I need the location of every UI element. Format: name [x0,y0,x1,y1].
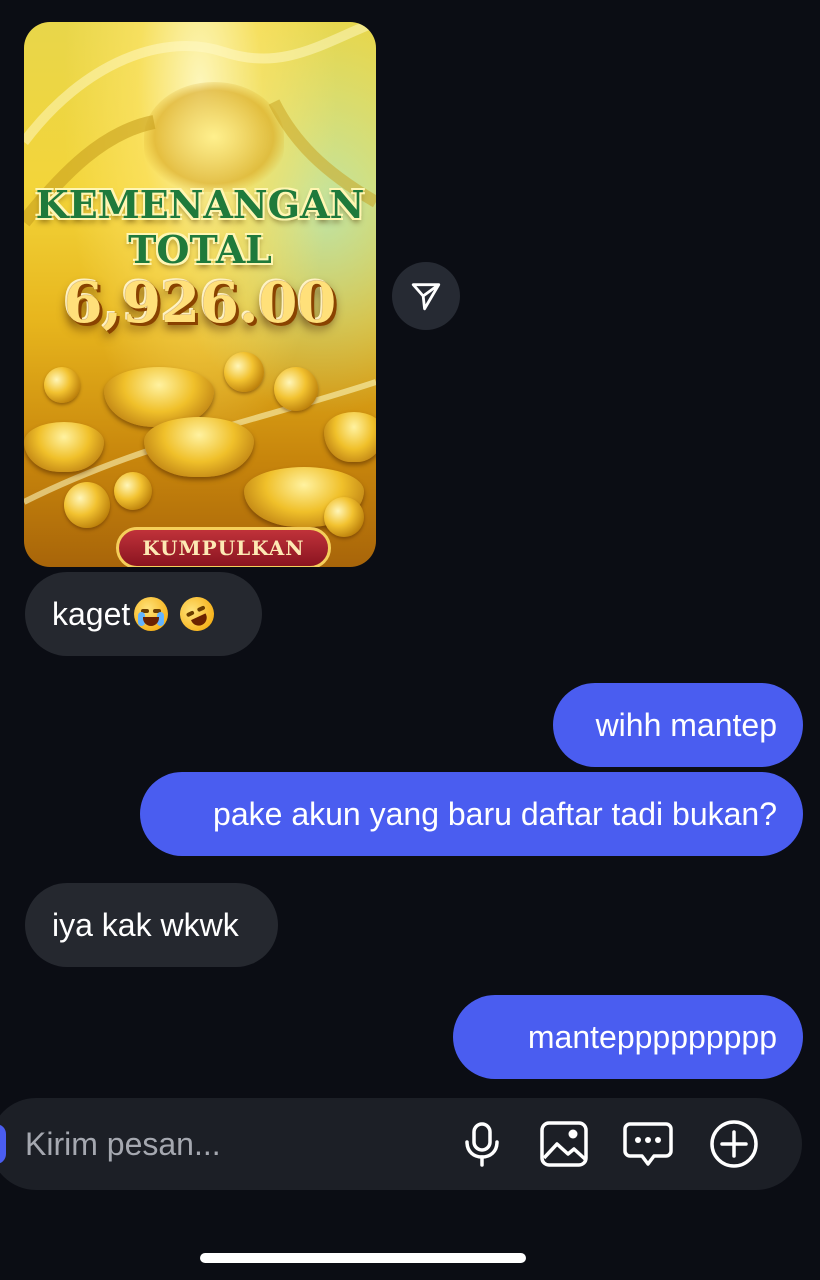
message-bubble-outgoing[interactable]: wihh mantep [553,683,803,767]
microphone-icon[interactable] [456,1118,508,1170]
gold-coin [114,472,152,510]
gold-coin [224,352,264,392]
sticker-chat-icon[interactable] [622,1118,674,1170]
rolling-on-floor-laughing-emoji-icon [174,591,220,637]
message-text: manteppppppppp [527,1019,777,1055]
gold-coin [64,482,110,528]
plus-circle-icon[interactable] [708,1118,760,1170]
win-title-line2: TOTAL [128,227,272,272]
message-text: pake akun yang baru daftar tadi bukan? [213,796,777,832]
gold-coin [324,497,364,537]
gold-coin [274,367,318,411]
message-bubble-outgoing[interactable]: pake akun yang baru daftar tadi bukan? [140,772,803,856]
collect-button: KUMPULKAN [116,527,331,567]
message-text: wihh mantep [595,707,777,743]
send-icon [411,283,441,311]
message-input[interactable] [25,1122,425,1166]
message-bubble-incoming[interactable]: kaget [25,572,262,656]
shared-image-message[interactable]: KEMENANGAN TOTAL 6,926.00 KUMPULKAN [24,22,376,567]
win-title-line1: KEMENANGAN [35,182,365,227]
share-button[interactable] [392,262,460,330]
message-bubble-outgoing[interactable]: manteppppppppp [453,995,803,1079]
message-text: kaget [52,596,131,632]
win-amount: 6,926.00 [63,270,337,336]
message-text: iya kak wkwk [52,907,239,943]
image-icon[interactable] [538,1118,590,1170]
message-bubble-incoming[interactable]: iya kak wkwk [25,883,278,967]
gold-coin [44,367,80,403]
home-indicator[interactable] [200,1253,526,1263]
composer-accent [0,1124,6,1164]
loudly-crying-face-emoji-icon [134,597,169,631]
